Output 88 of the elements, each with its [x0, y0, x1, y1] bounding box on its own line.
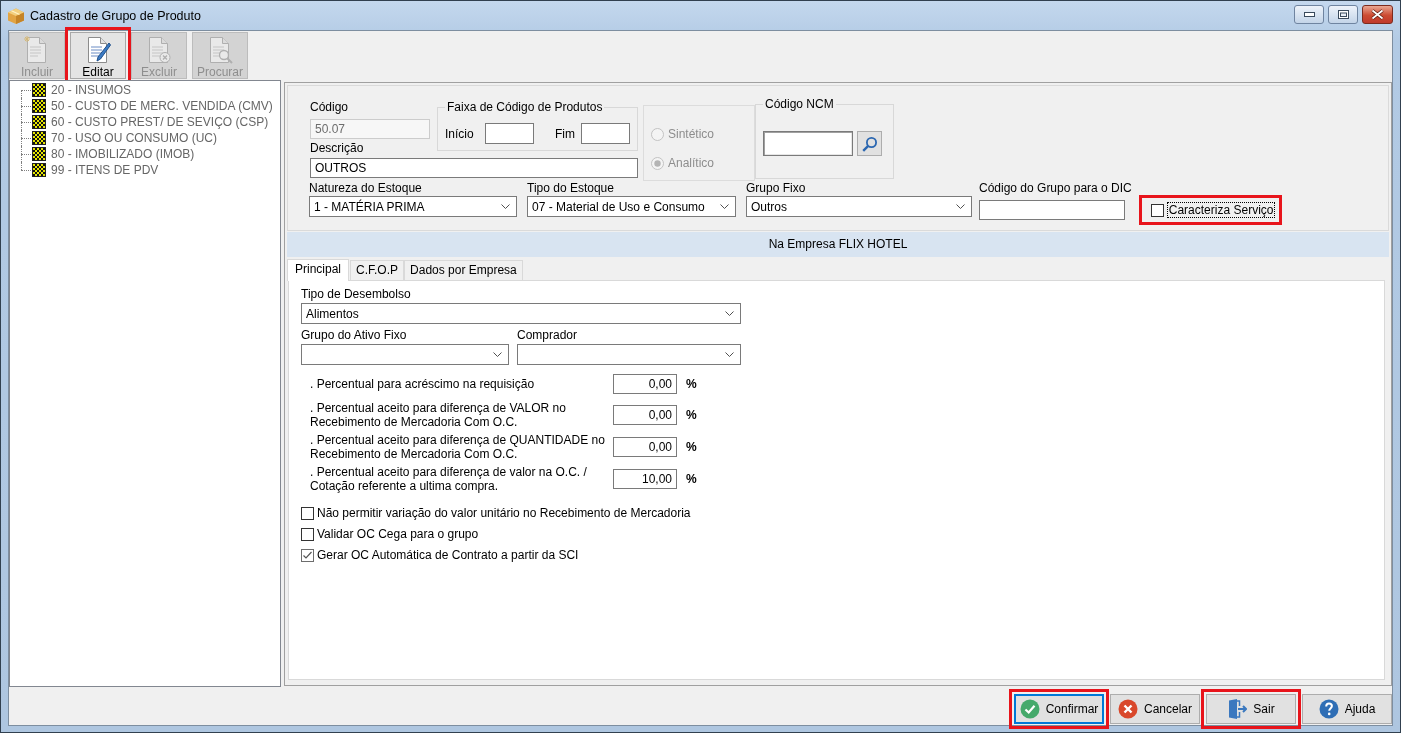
field-label: Código do Grupo para o DIC	[979, 181, 1132, 196]
text-field[interactable]: OUTROS	[310, 158, 638, 178]
exit-button[interactable]: Sair	[1206, 694, 1296, 724]
text-field[interactable]	[485, 123, 534, 144]
number-field[interactable]: 0,00	[613, 374, 677, 394]
chevron-down-icon	[725, 311, 734, 316]
dropdown[interactable]: 1 - MATÉRIA PRIMA	[309, 196, 517, 217]
maximize-icon	[1337, 10, 1349, 19]
close-button[interactable]	[1362, 5, 1393, 24]
field-label: . Percentual para acréscimo na requisição	[310, 377, 536, 391]
text-field[interactable]	[581, 123, 630, 144]
window-title: Cadastro de Grupo de Produto	[30, 8, 202, 24]
help-button[interactable]: Ajuda	[1302, 694, 1392, 724]
field-label: Grupo do Ativo Fixo	[301, 328, 408, 343]
checkered-square-icon	[32, 99, 46, 113]
text-field[interactable]	[763, 131, 853, 156]
close-icon	[1371, 9, 1384, 20]
tree-item[interactable]: 70 - USO OU CONSUMO (UC)	[51, 130, 217, 146]
checkered-square-icon	[32, 163, 46, 177]
door-exit-icon	[1227, 699, 1248, 719]
dropdown[interactable]: 07 - Material de Uso e Consumo	[527, 196, 736, 217]
checkbox-label[interactable]: Validar OC Cega para o grupo	[317, 527, 479, 541]
minimize-button[interactable]	[1294, 5, 1324, 24]
chevron-down-icon	[956, 204, 965, 209]
dropdown[interactable]	[517, 344, 741, 365]
minimize-icon	[1303, 12, 1315, 17]
tab[interactable]: Dados por Empresa	[404, 260, 523, 280]
checkbox[interactable]	[1150, 203, 1164, 217]
checkbox[interactable]	[301, 527, 314, 541]
field-label: Tipo de Desembolso	[301, 287, 412, 302]
cancel-button[interactable]: Cancelar	[1110, 694, 1200, 724]
field-label: . Percentual aceito para diferença de valor na O.C. / Cotação referente a ultima compra.	[310, 465, 588, 493]
field-label: Grupo Fixo	[746, 181, 807, 196]
checkbox-label[interactable]: Não permitir variação do valor unitário no Recebimento de Mercadoria	[317, 506, 691, 520]
dropdown[interactable]: Outros	[746, 196, 972, 217]
checkbox-label[interactable]: Gerar OC Automática de Contrato a partir da SCI	[317, 548, 579, 562]
search-icon	[861, 135, 878, 152]
unit-label: %	[686, 440, 697, 454]
field-label: . Percentual aceito para diferença de QUANTIDADE no Recebimento de Mercadoria Com O.C.	[310, 433, 606, 461]
company-banner: Na Empresa FLIX HOTEL	[287, 232, 1389, 257]
group-title: Código NCM	[764, 97, 835, 112]
field-label: . Percentual aceito para diferença de VALOR no Recebimento de Mercadoria Com O.C.	[310, 401, 567, 429]
tree-item[interactable]: 60 - CUSTO PREST/ DE SEVIÇO (CSP)	[51, 114, 269, 130]
x-circle-icon	[1118, 699, 1138, 719]
tab[interactable]: C.F.O.P	[350, 260, 405, 280]
chevron-down-icon	[720, 204, 729, 209]
document-search-icon	[207, 36, 233, 64]
document-pencil-icon	[85, 36, 111, 64]
checkered-square-icon	[32, 83, 46, 97]
search-button[interactable]	[857, 131, 882, 156]
confirm-button[interactable]: Confirmar	[1014, 694, 1104, 724]
tree-item[interactable]: 20 - INSUMOS	[51, 82, 131, 98]
checkbox-label[interactable]: Caracteriza Serviço	[1166, 202, 1276, 218]
dropdown[interactable]	[301, 344, 509, 365]
chevron-down-icon	[501, 204, 510, 209]
tree-item[interactable]: 99 - ITENS DE PDV	[51, 162, 159, 178]
number-field[interactable]: 10,00	[613, 469, 677, 489]
maximize-button[interactable]	[1328, 5, 1358, 24]
number-field[interactable]: 0,00	[613, 405, 677, 425]
document-delete-icon	[146, 36, 172, 64]
checkbox[interactable]	[301, 548, 314, 562]
dropdown[interactable]: Alimentos	[301, 303, 741, 324]
tree-item[interactable]: 50 - CUSTO DE MERC. VENDIDA (CMV)	[51, 98, 273, 114]
tab[interactable]: Principal	[287, 259, 350, 281]
box-icon	[7, 7, 25, 25]
text-field[interactable]	[979, 200, 1125, 220]
group-title: Faixa de Código de Produtos	[446, 100, 604, 115]
chevron-down-icon	[493, 352, 502, 357]
field-label: Descrição	[310, 141, 365, 156]
field-label: Tipo do Estoque	[527, 181, 615, 196]
checkered-square-icon	[32, 147, 46, 161]
tree-item[interactable]: 80 - IMOBILIZADO (IMOB)	[51, 146, 195, 162]
number-field[interactable]: 0,00	[613, 437, 677, 457]
checkbox[interactable]	[301, 506, 314, 520]
field-label: Comprador	[517, 328, 579, 343]
field-label: Fim	[555, 126, 576, 141]
edit-button[interactable]: Editar	[70, 32, 126, 79]
help-icon	[1318, 699, 1339, 719]
checkered-square-icon	[32, 131, 46, 145]
unit-label: %	[686, 408, 697, 422]
check-circle-icon	[1019, 699, 1040, 719]
checkered-square-icon	[32, 115, 46, 129]
unit-label: %	[686, 472, 697, 486]
unit-label: %	[686, 377, 697, 391]
chevron-down-icon	[725, 352, 734, 357]
field-label: Início	[445, 126, 475, 141]
field-label: Natureza do Estoque	[309, 181, 423, 196]
field-label: Código	[310, 100, 350, 115]
